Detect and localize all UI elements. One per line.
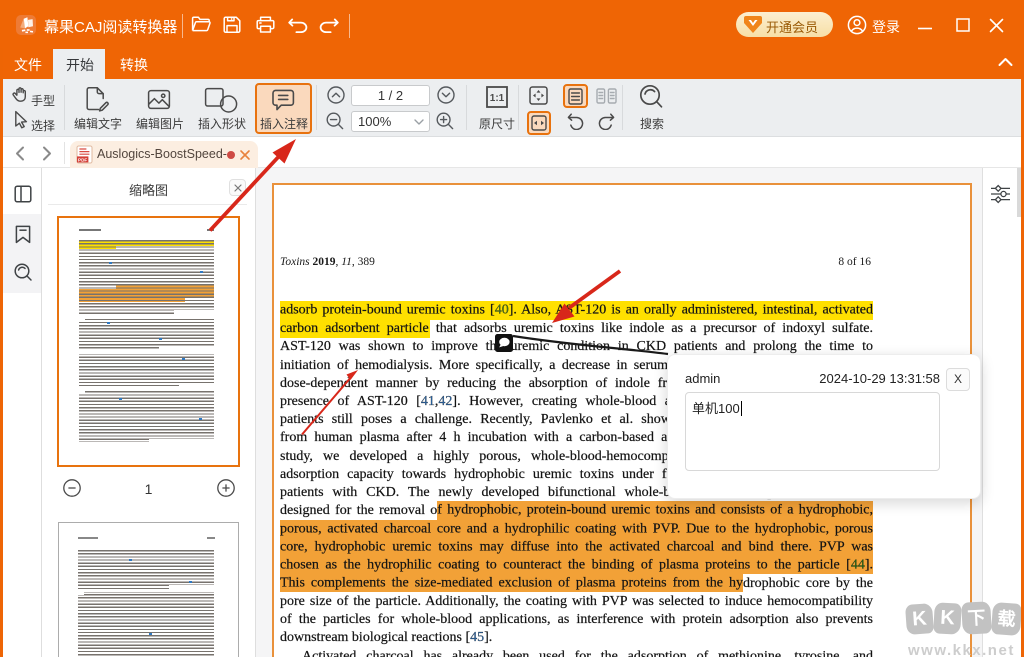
svg-text:PDF: PDF [78, 157, 87, 162]
svg-text:1:1: 1:1 [490, 93, 505, 104]
